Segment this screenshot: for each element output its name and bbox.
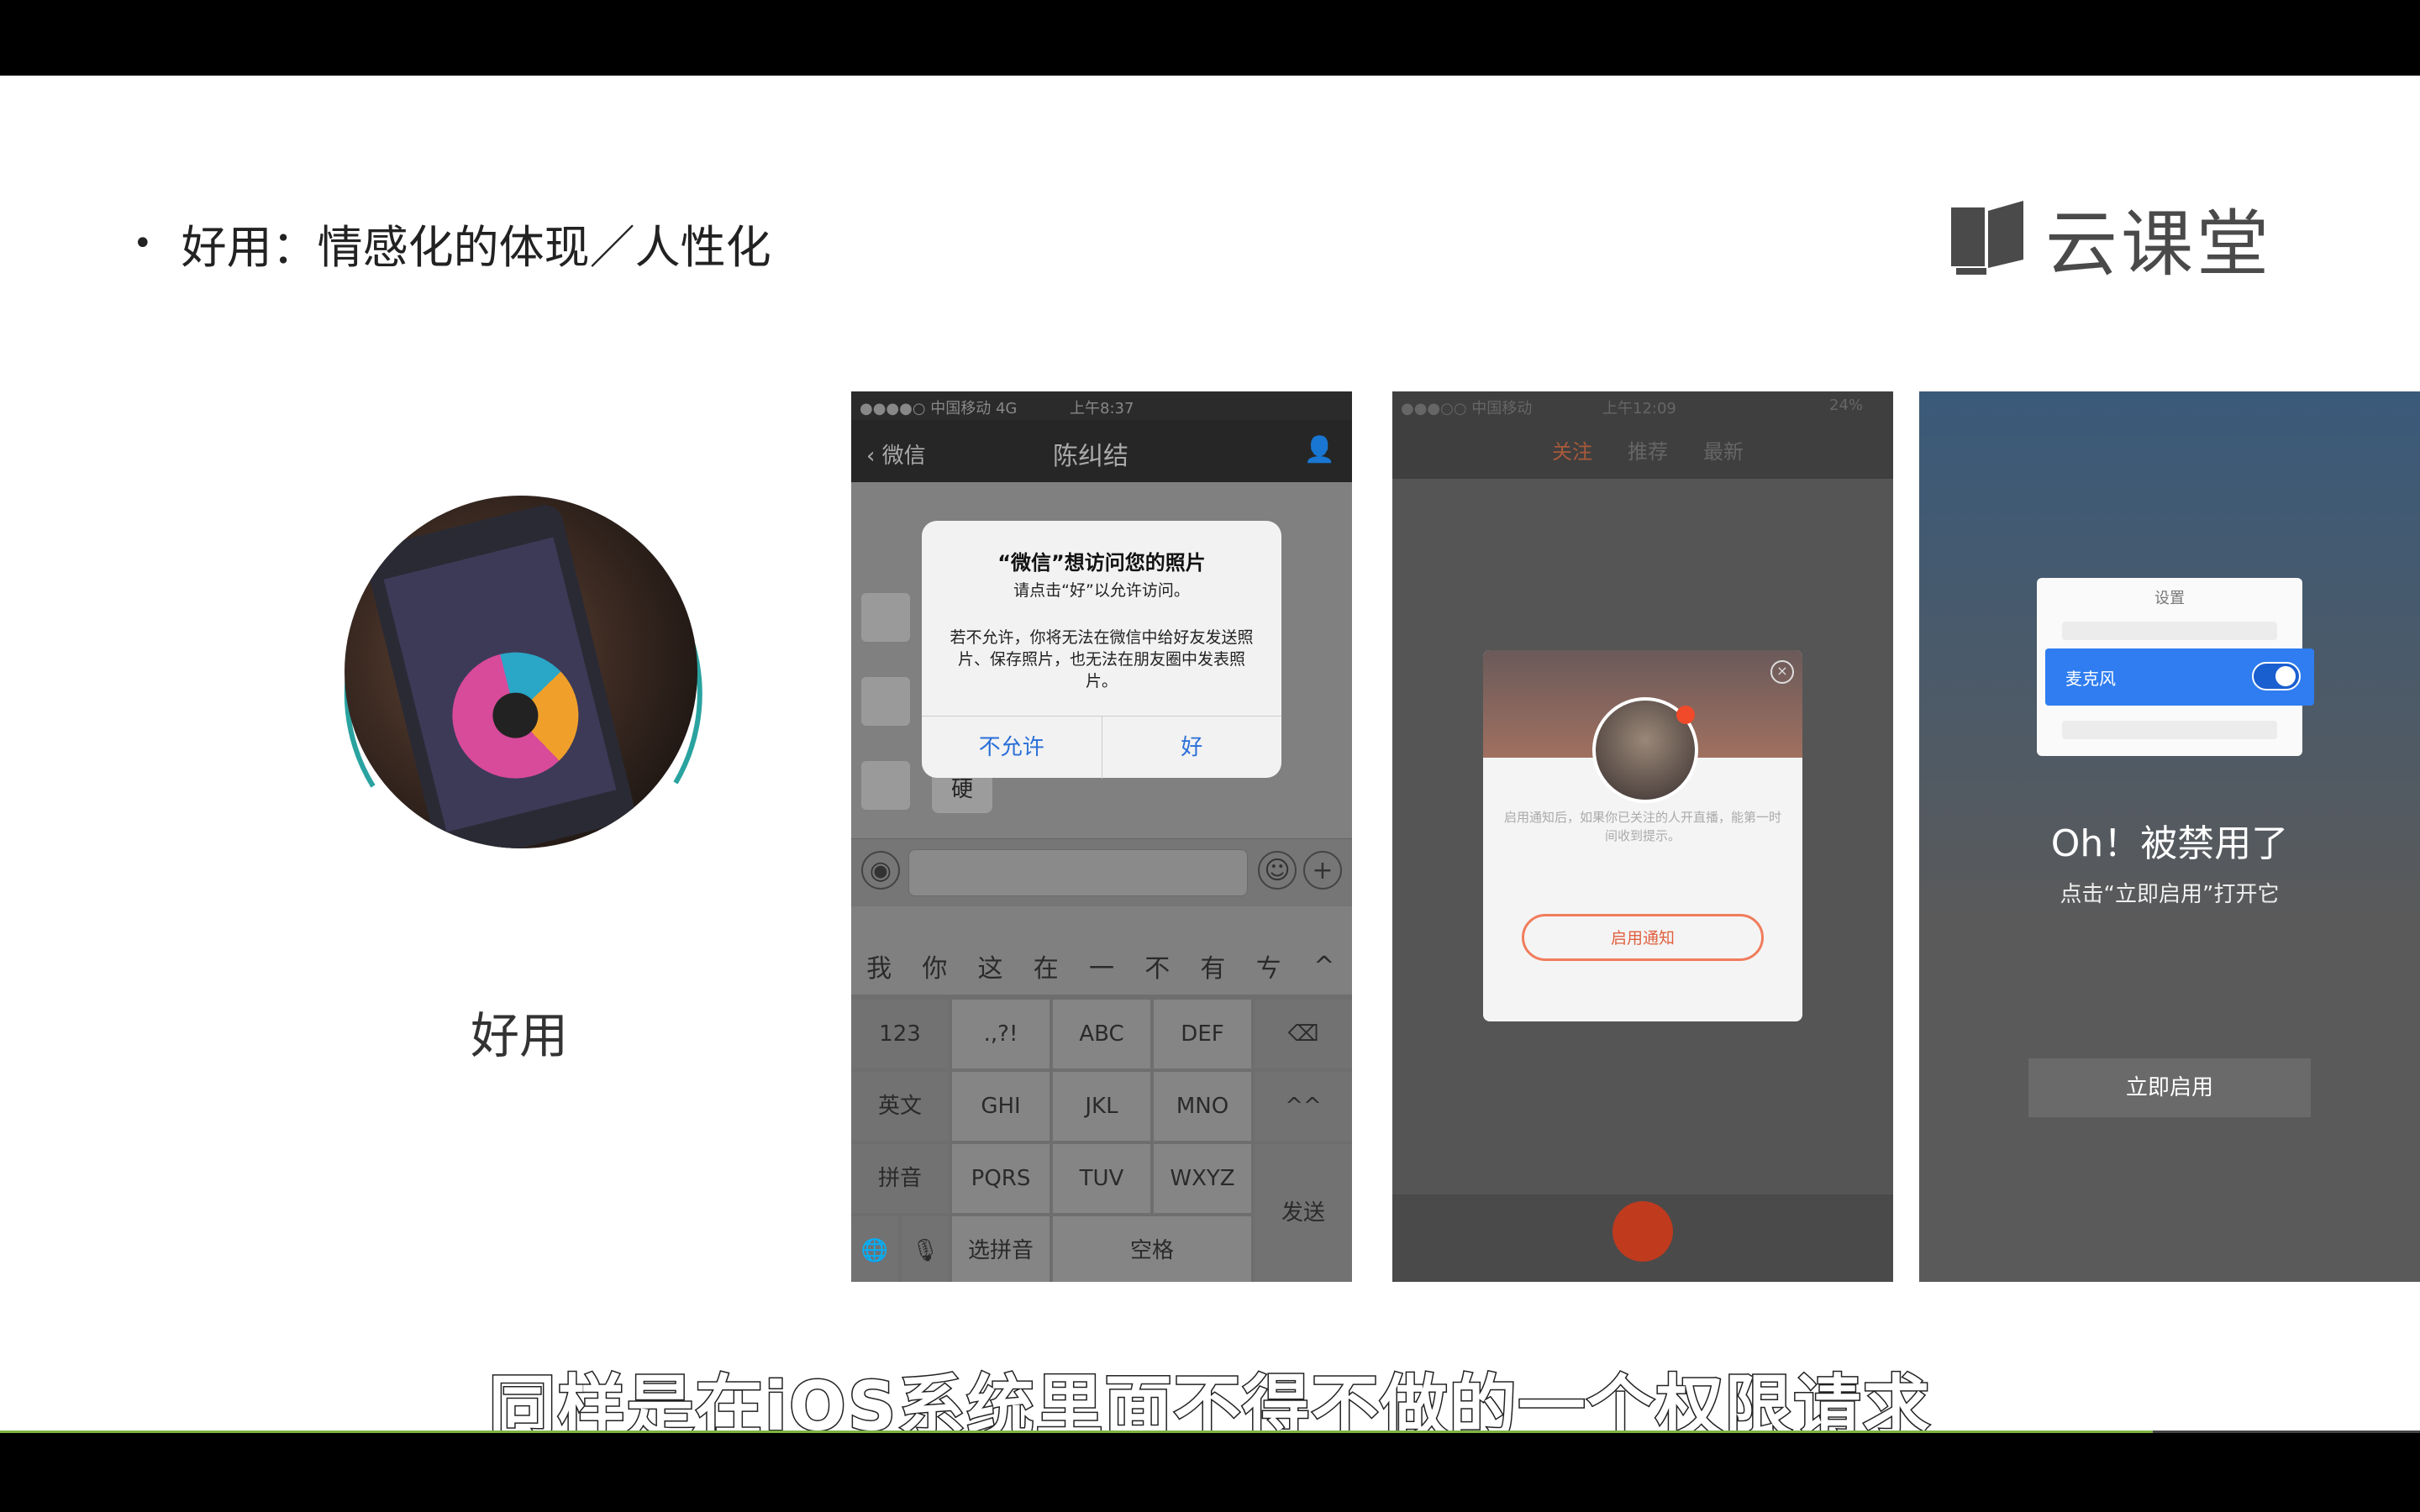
avatar — [861, 593, 910, 642]
message-input[interactable] — [908, 849, 1248, 896]
mic-toggle[interactable] — [2252, 662, 2301, 690]
book-icon — [1951, 200, 2023, 275]
top-nav: ●●●○○ 中国移动 上午12:09 24% 关注 推荐 最新 — [1392, 391, 1893, 479]
dialog-body: 若不允许，你将无法在微信中给好友发送照片、保存照片，也无法在朋友圈中发表照片。 — [950, 628, 1254, 690]
candidate[interactable]: 一 — [1074, 948, 1129, 984]
camera-icon[interactable] — [1612, 1201, 1673, 1262]
key-ghi[interactable]: GHI — [952, 1072, 1050, 1141]
disabled-title: Oh！被禁用了 — [2050, 822, 2289, 865]
input-bar: ◉ ☺ + — [851, 838, 1352, 906]
key-abc[interactable]: ABC — [1053, 1000, 1150, 1068]
back-button[interactable]: ‹ 微信 — [866, 438, 926, 470]
circle-label: 好用 — [471, 1007, 569, 1064]
close-icon[interactable]: × — [1770, 660, 1794, 684]
tab-follow[interactable]: 关注 — [1552, 435, 1592, 465]
key-english[interactable]: 英文 — [851, 1072, 949, 1141]
voice-icon[interactable]: ◉ — [861, 851, 900, 890]
key-123[interactable]: 123 — [851, 1000, 949, 1068]
notification-dot — [1676, 706, 1695, 724]
delete-icon[interactable]: ⌫ — [1255, 1000, 1352, 1068]
nav-bar: ‹ 微信 陈纠结 👤 — [851, 420, 1352, 482]
wechat-permission-screenshot: ●●●●○ 中国移动 4G 上午8:37 ‹ 微信 陈纠结 👤 硬 “微信”想访… — [851, 391, 1352, 1282]
key-pqrs[interactable]: PQRS — [952, 1144, 1050, 1213]
space-key[interactable]: 空格 — [1053, 1216, 1251, 1282]
mic-icon[interactable]: 🎙 — [902, 1216, 949, 1282]
status-bar: ●●●●○ 中国移动 4G 上午8:37 — [851, 391, 1352, 420]
enable-notification-button[interactable]: 启用通知 — [1522, 914, 1764, 961]
permission-dialog: “微信”想访问您的照片 请点击“好”以允许访问。 若不允许，你将无法在微信中给好… — [922, 521, 1282, 779]
candidate[interactable]: 在 — [1018, 948, 1074, 984]
key-pinyin[interactable]: 拼音 — [851, 1144, 949, 1213]
globe-icon[interactable]: 🌐 — [851, 1216, 898, 1282]
chevron-up-icon[interactable]: ^ — [1297, 952, 1352, 981]
key-punct[interactable]: .,?! — [952, 1000, 1050, 1068]
mic-setting-row[interactable]: 麦克风 — [2045, 648, 2314, 706]
mic-label: 麦克风 — [2065, 669, 2116, 689]
emoji-icon[interactable]: ☺ — [1258, 851, 1297, 890]
mic-disabled-screenshot: 设置 麦克风 Oh！被禁用了 点击“立即启用”打开它 立即启用 — [1919, 391, 2420, 1282]
slide: • 好用：情感化的体现／人性化 云课堂 好用 ●●●●○ 中国移动 4G 上午8… — [0, 76, 2420, 1433]
bullet-icon: • — [133, 223, 153, 263]
candidate[interactable]: 有 — [1185, 948, 1240, 984]
enable-now-button[interactable]: 立即启用 — [2028, 1058, 2311, 1117]
tab-bar — [1392, 1194, 1893, 1282]
send-key[interactable]: 发送 — [1255, 1144, 1352, 1282]
key-select-pinyin[interactable]: 选拼音 — [952, 1216, 1050, 1282]
key-mno[interactable]: MNO — [1154, 1072, 1251, 1141]
tab-latest[interactable]: 最新 — [1703, 435, 1744, 465]
disabled-subtitle: 点击“立即启用”打开它 — [2060, 882, 2280, 907]
dialog-subtitle: 请点击“好”以允许访问。 — [1013, 581, 1190, 600]
avatar — [861, 761, 910, 810]
key-def[interactable]: DEF — [1154, 1000, 1251, 1068]
phone-image — [362, 501, 638, 848]
key-tuv[interactable]: TUV — [1053, 1144, 1150, 1213]
logo-text: 云课堂 — [2045, 202, 2272, 286]
top-black-bar — [0, 0, 2420, 76]
avatar — [861, 677, 910, 726]
candidate[interactable]: ㄘ — [1241, 948, 1297, 984]
plus-icon[interactable]: + — [1303, 851, 1342, 890]
candidate[interactable]: 不 — [1129, 948, 1185, 984]
panel-title: 设置 — [2154, 590, 2185, 607]
key-jkl[interactable]: JKL — [1053, 1072, 1150, 1141]
card-description: 启用通知后，如果你已关注的人开直播，能第一时间收到提示。 — [1503, 810, 1781, 843]
ok-button[interactable]: 好 — [1101, 717, 1282, 779]
candidate[interactable]: 我 — [851, 948, 907, 984]
dialog-title: “微信”想访问您的照片 — [997, 551, 1206, 575]
notification-card: × 启用通知后，如果你已关注的人开直播，能第一时间收到提示。 启用通知 — [1483, 650, 1802, 1021]
candidate[interactable]: 你 — [907, 948, 962, 984]
person-icon[interactable]: 👤 — [1304, 435, 1335, 465]
circle-illustration — [319, 470, 723, 874]
bottom-black-bar — [0, 1433, 2420, 1512]
phone-photo — [345, 496, 697, 848]
candidate[interactable]: 这 — [962, 948, 1018, 984]
donut-chart-icon — [439, 638, 592, 792]
keyboard: 123 .,?! ABC DEF ⌫ 英文 GHI JKL MNO ^^ 拼音 … — [851, 995, 1352, 1282]
deny-button[interactable]: 不允许 — [922, 717, 1102, 779]
slide-heading: • 好用：情感化的体现／人性化 — [133, 210, 771, 276]
candidate-bar: 我 你 这 在 一 不 有 ㄘ ^ — [851, 946, 1352, 986]
heading-text: 好用：情感化的体现／人性化 — [181, 221, 771, 274]
tab-hot[interactable]: 推荐 — [1628, 435, 1668, 465]
video-subtitle: 同样是在iOS系统里面不得不做的一个权限请求 — [487, 1367, 1932, 1434]
notification-prompt-screenshot: ●●●○○ 中国移动 上午12:09 24% 关注 推荐 最新 × 启用通知后，… — [1392, 391, 1893, 1282]
logo: 云课堂 — [1948, 185, 2272, 290]
key-wxyz[interactable]: WXYZ — [1154, 1144, 1251, 1213]
chat-title: 陈纠结 — [1053, 442, 1128, 471]
key-face[interactable]: ^^ — [1255, 1072, 1352, 1141]
